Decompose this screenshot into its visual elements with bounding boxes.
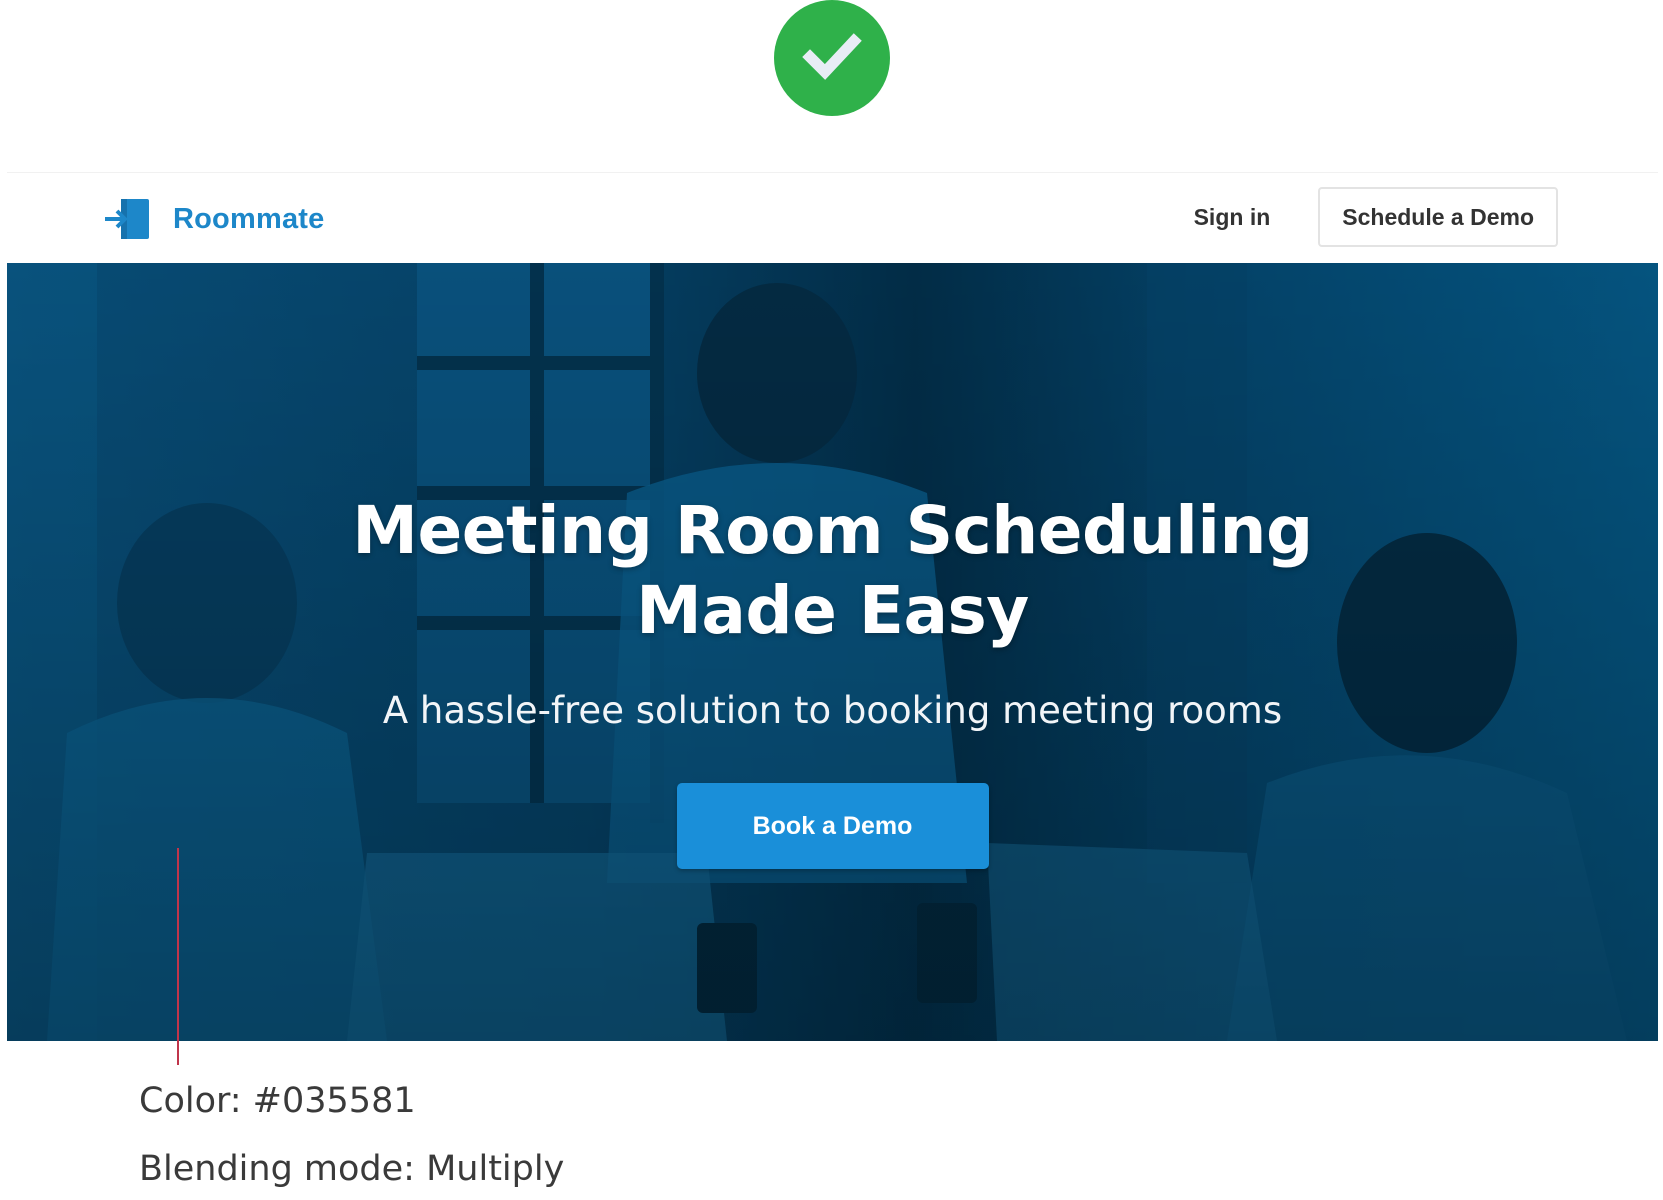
check-icon xyxy=(796,20,868,97)
approved-badge xyxy=(774,0,890,116)
hero-title-line2: Made Easy xyxy=(636,572,1029,649)
door-enter-icon xyxy=(103,197,155,241)
sign-in-link[interactable]: Sign in xyxy=(1176,204,1289,231)
annotation-color: Color: #035581 xyxy=(139,1081,416,1121)
annotation-pointer xyxy=(177,848,179,1065)
website-mockup: Roommate Sign in Schedule a Demo Meeting… xyxy=(7,172,1658,1041)
schedule-demo-button[interactable]: Schedule a Demo xyxy=(1318,187,1558,247)
hero-content: Meeting Room Scheduling Made Easy A hass… xyxy=(7,491,1658,869)
hero-subtitle: A hassle-free solution to booking meetin… xyxy=(382,689,1283,732)
hero-title-line1: Meeting Room Scheduling xyxy=(352,492,1313,569)
book-demo-button[interactable]: Book a Demo xyxy=(676,783,989,869)
hero-title: Meeting Room Scheduling Made Easy xyxy=(7,491,1658,651)
brand-name: Roommate xyxy=(173,202,325,235)
hero-section: Meeting Room Scheduling Made Easy A hass… xyxy=(7,263,1658,1041)
annotation: Color: #035581 Blending mode: Multiply xyxy=(139,1078,564,1200)
canvas: Roommate Sign in Schedule a Demo Meeting… xyxy=(0,0,1663,1200)
navbar: Roommate Sign in Schedule a Demo xyxy=(7,173,1658,263)
nav-actions: Sign in Schedule a Demo xyxy=(1176,187,1558,247)
annotation-blend-mode: Blending mode: Multiply xyxy=(139,1149,565,1189)
brand[interactable]: Roommate xyxy=(103,197,324,241)
